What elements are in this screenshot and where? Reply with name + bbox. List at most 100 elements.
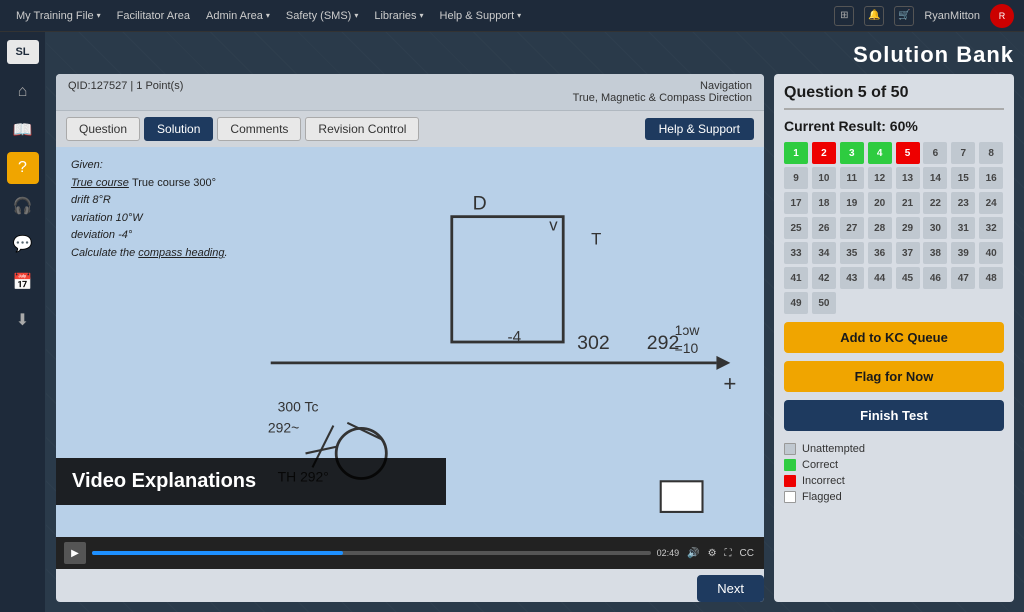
question-cell-6[interactable]: 6 <box>923 142 947 164</box>
question-cell-1[interactable]: 1 <box>784 142 808 164</box>
tab-revision-control[interactable]: Revision Control <box>305 117 419 141</box>
question-cell-18[interactable]: 18 <box>812 192 836 214</box>
question-cell-46[interactable]: 46 <box>923 267 947 289</box>
question-cell-24[interactable]: 24 <box>979 192 1003 214</box>
question-cell-4[interactable]: 4 <box>868 142 892 164</box>
fullscreen-icon[interactable]: ⛶ <box>723 546 734 561</box>
nav-safety-sms[interactable]: Safety (SMS) ▾ <box>280 6 364 26</box>
help-support-button[interactable]: Help & Support <box>645 118 754 140</box>
captions-icon[interactable]: CC <box>738 546 756 561</box>
question-cell-28[interactable]: 28 <box>868 217 892 239</box>
question-cell-13[interactable]: 13 <box>896 167 920 189</box>
question-cell-16[interactable]: 16 <box>979 167 1003 189</box>
question-cell-26[interactable]: 26 <box>812 217 836 239</box>
question-cell-30[interactable]: 30 <box>923 217 947 239</box>
question-cell-19[interactable]: 19 <box>840 192 864 214</box>
question-cell-50[interactable]: 50 <box>812 292 836 314</box>
play-button[interactable]: ▶ <box>64 542 86 564</box>
question-cell-29[interactable]: 29 <box>896 217 920 239</box>
svg-text:v: v <box>549 216 558 235</box>
navigation-label: Navigation True, Magnetic & Compass Dire… <box>573 80 752 104</box>
question-cell-15[interactable]: 15 <box>951 167 975 189</box>
finish-test-button[interactable]: Finish Test <box>784 400 1004 431</box>
question-cell-14[interactable]: 14 <box>923 167 947 189</box>
settings-icon[interactable]: ⚙ <box>706 546 719 561</box>
chevron-down-icon: ▾ <box>354 11 358 20</box>
question-cell-2[interactable]: 2 <box>812 142 836 164</box>
nav-help-support[interactable]: Help & Support ▾ <box>434 6 528 26</box>
next-button[interactable]: Next <box>697 575 764 602</box>
question-counter: Question 5 of 50 <box>784 84 1004 110</box>
question-cell-8[interactable]: 8 <box>979 142 1003 164</box>
question-cell-48[interactable]: 48 <box>979 267 1003 289</box>
question-cell-49[interactable]: 49 <box>784 292 808 314</box>
nav-libraries[interactable]: Libraries ▾ <box>368 6 429 26</box>
question-cell-42[interactable]: 42 <box>812 267 836 289</box>
question-cell-10[interactable]: 10 <box>812 167 836 189</box>
question-cell-22[interactable]: 22 <box>923 192 947 214</box>
question-cell-21[interactable]: 21 <box>896 192 920 214</box>
chevron-down-icon: ▾ <box>517 11 521 20</box>
volume-icon[interactable]: 🔊 <box>685 546 701 561</box>
sidebar-question-icon[interactable]: ? <box>7 152 39 184</box>
question-cell-39[interactable]: 39 <box>951 242 975 264</box>
question-cell-32[interactable]: 32 <box>979 217 1003 239</box>
sidebar-chat-icon[interactable]: 💬 <box>7 228 39 260</box>
grid-icon[interactable]: ⊞ <box>834 6 854 26</box>
question-cell-35[interactable]: 35 <box>840 242 864 264</box>
notification-icon[interactable]: 🔔 <box>864 6 884 26</box>
question-cell-34[interactable]: 34 <box>812 242 836 264</box>
legend-flagged: Flagged <box>784 491 1004 503</box>
nav-admin-area[interactable]: Admin Area ▾ <box>200 6 276 26</box>
flagged-box <box>784 491 796 503</box>
sidebar-calendar-icon[interactable]: 📅 <box>7 266 39 298</box>
nav-links: My Training File ▾ Facilitator Area Admi… <box>10 6 814 26</box>
question-cell-9[interactable]: 9 <box>784 167 808 189</box>
flag-for-now-button[interactable]: Flag for Now <box>784 361 1004 392</box>
question-cell-38[interactable]: 38 <box>923 242 947 264</box>
question-cell-3[interactable]: 3 <box>840 142 864 164</box>
video-controls-bar: ▶ 02:49 🔊 ⚙ ⛶ CC <box>56 537 764 569</box>
add-to-kc-queue-button[interactable]: Add to KC Queue <box>784 322 1004 353</box>
legend-unattempted: Unattempted <box>784 443 1004 455</box>
question-cell-31[interactable]: 31 <box>951 217 975 239</box>
question-cell-7[interactable]: 7 <box>951 142 975 164</box>
nav-facilitator-area[interactable]: Facilitator Area <box>111 6 196 26</box>
question-cell-43[interactable]: 43 <box>840 267 864 289</box>
tab-solution[interactable]: Solution <box>144 117 213 141</box>
question-cell-33[interactable]: 33 <box>784 242 808 264</box>
sidebar-home-icon[interactable]: ⌂ <box>7 76 39 108</box>
tab-comments[interactable]: Comments <box>217 117 301 141</box>
video-content: Given: True course True course 300° drif… <box>56 147 764 537</box>
page-title: Solution Bank <box>853 42 1014 68</box>
question-cell-44[interactable]: 44 <box>868 267 892 289</box>
question-cell-40[interactable]: 40 <box>979 242 1003 264</box>
question-cell-11[interactable]: 11 <box>840 167 864 189</box>
sidebar-headset-icon[interactable]: 🎧 <box>7 190 39 222</box>
tab-question[interactable]: Question <box>66 117 140 141</box>
question-cell-27[interactable]: 27 <box>840 217 864 239</box>
svg-text:1ɔw: 1ɔw <box>675 322 701 338</box>
question-cell-47[interactable]: 47 <box>951 267 975 289</box>
question-cell-17[interactable]: 17 <box>784 192 808 214</box>
cart-icon[interactable]: 🛒 <box>894 6 914 26</box>
question-cell-5[interactable]: 5 <box>896 142 920 164</box>
sidebar-download-icon[interactable]: ⬇ <box>7 304 39 336</box>
question-cell-23[interactable]: 23 <box>951 192 975 214</box>
question-cell-20[interactable]: 20 <box>868 192 892 214</box>
content-columns: QID:127527 | 1 Point(s) Navigation True,… <box>56 74 1014 602</box>
question-cell-25[interactable]: 25 <box>784 217 808 239</box>
nav-my-training-file[interactable]: My Training File ▾ <box>10 6 107 26</box>
user-avatar[interactable]: R <box>990 4 1014 28</box>
svg-text:+: + <box>723 371 736 396</box>
question-cell-41[interactable]: 41 <box>784 267 808 289</box>
progress-bar[interactable] <box>92 551 651 555</box>
main-layout: SL ⌂ 📖 ? 🎧 💬 📅 ⬇ Solution Bank QID:12752… <box>0 32 1024 612</box>
question-cell-37[interactable]: 37 <box>896 242 920 264</box>
question-cell-12[interactable]: 12 <box>868 167 892 189</box>
question-cell-36[interactable]: 36 <box>868 242 892 264</box>
correct-box <box>784 459 796 471</box>
svg-text:302: 302 <box>577 332 610 354</box>
question-cell-45[interactable]: 45 <box>896 267 920 289</box>
sidebar-book-icon[interactable]: 📖 <box>7 114 39 146</box>
